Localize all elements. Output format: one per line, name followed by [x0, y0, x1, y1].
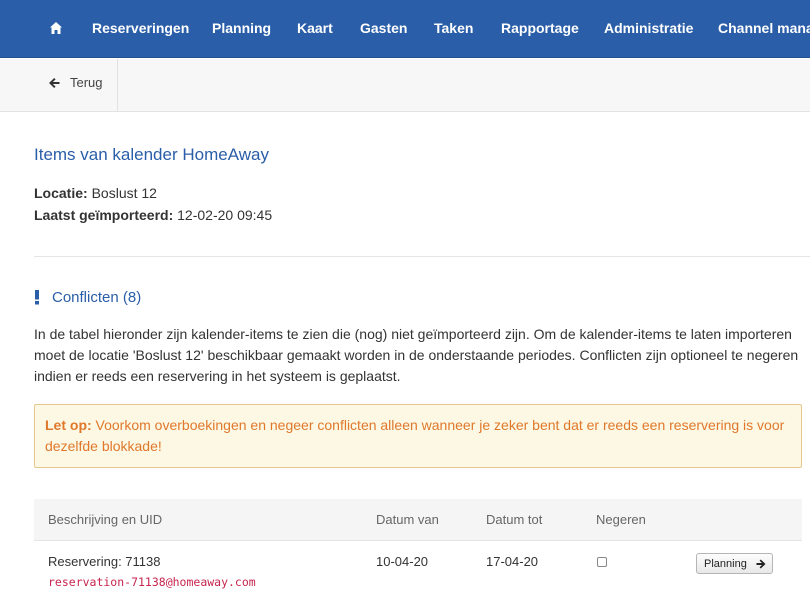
ignore-checkbox[interactable] — [597, 557, 607, 567]
row-date-from: 10-04-20 — [376, 554, 429, 569]
nav-item-taken[interactable]: Taken — [434, 20, 473, 37]
exclamation-icon — [35, 290, 39, 305]
nav-item-planning[interactable]: Planning — [212, 20, 271, 37]
conflicts-heading-label: Conflicten (8) — [52, 289, 142, 306]
conflicts-intro-text: In de tabel hieronder zijn kalender-item… — [34, 326, 799, 384]
warning-alert: Let op: Voorkom overboekingen en negeer … — [34, 404, 802, 468]
home-icon[interactable] — [49, 21, 63, 35]
alert-text: Voorkom overboekingen en negeer conflict… — [45, 417, 785, 454]
alert-label: Let op: — [45, 417, 92, 433]
location-value: Boslust 12 — [91, 185, 157, 201]
location-line: Locatie: Boslust 12 — [34, 185, 157, 202]
last-imported-value: 12-02-20 09:45 — [177, 207, 273, 223]
planning-button-label: Planning — [704, 558, 747, 570]
row-date-to: 17-04-20 — [486, 554, 539, 569]
arrow-left-icon — [49, 78, 60, 88]
column-header-date-from: Datum van — [376, 512, 439, 527]
nav-item-kaart[interactable]: Kaart — [297, 20, 333, 37]
sub-toolbar: Terug — [0, 59, 810, 112]
nav-item-reserveringen[interactable]: Reserveringen — [92, 20, 189, 37]
back-button-label: Terug — [70, 75, 103, 90]
last-imported-line: Laatst geïmporteerd: 12-02-20 09:45 — [34, 207, 272, 224]
nav-item-administratie[interactable]: Administratie — [604, 20, 693, 37]
back-button[interactable]: Terug — [0, 59, 118, 111]
section-divider — [34, 256, 810, 257]
nav-item-gasten[interactable]: Gasten — [360, 20, 407, 37]
planning-button[interactable]: Planning — [696, 553, 773, 574]
row-description: Reservering: 71138 — [48, 554, 161, 569]
column-header-ignore: Negeren — [596, 512, 646, 527]
arrow-right-icon — [756, 559, 766, 569]
page-title: Items van kalender HomeAway — [34, 145, 269, 164]
column-header-date-to: Datum tot — [486, 512, 543, 527]
nav-item-channel-manager[interactable]: Channel manag — [718, 20, 810, 37]
last-imported-label: Laatst geïmporteerd: — [34, 207, 174, 223]
location-label: Locatie: — [34, 185, 88, 201]
top-navigation: Reserveringen Planning Kaart Gasten Take… — [0, 0, 810, 58]
column-header-description: Beschrijving en UID — [48, 512, 163, 527]
nav-item-rapportage[interactable]: Rapportage — [501, 20, 579, 37]
row-uid: reservation-71138@homeaway.com — [48, 575, 256, 589]
